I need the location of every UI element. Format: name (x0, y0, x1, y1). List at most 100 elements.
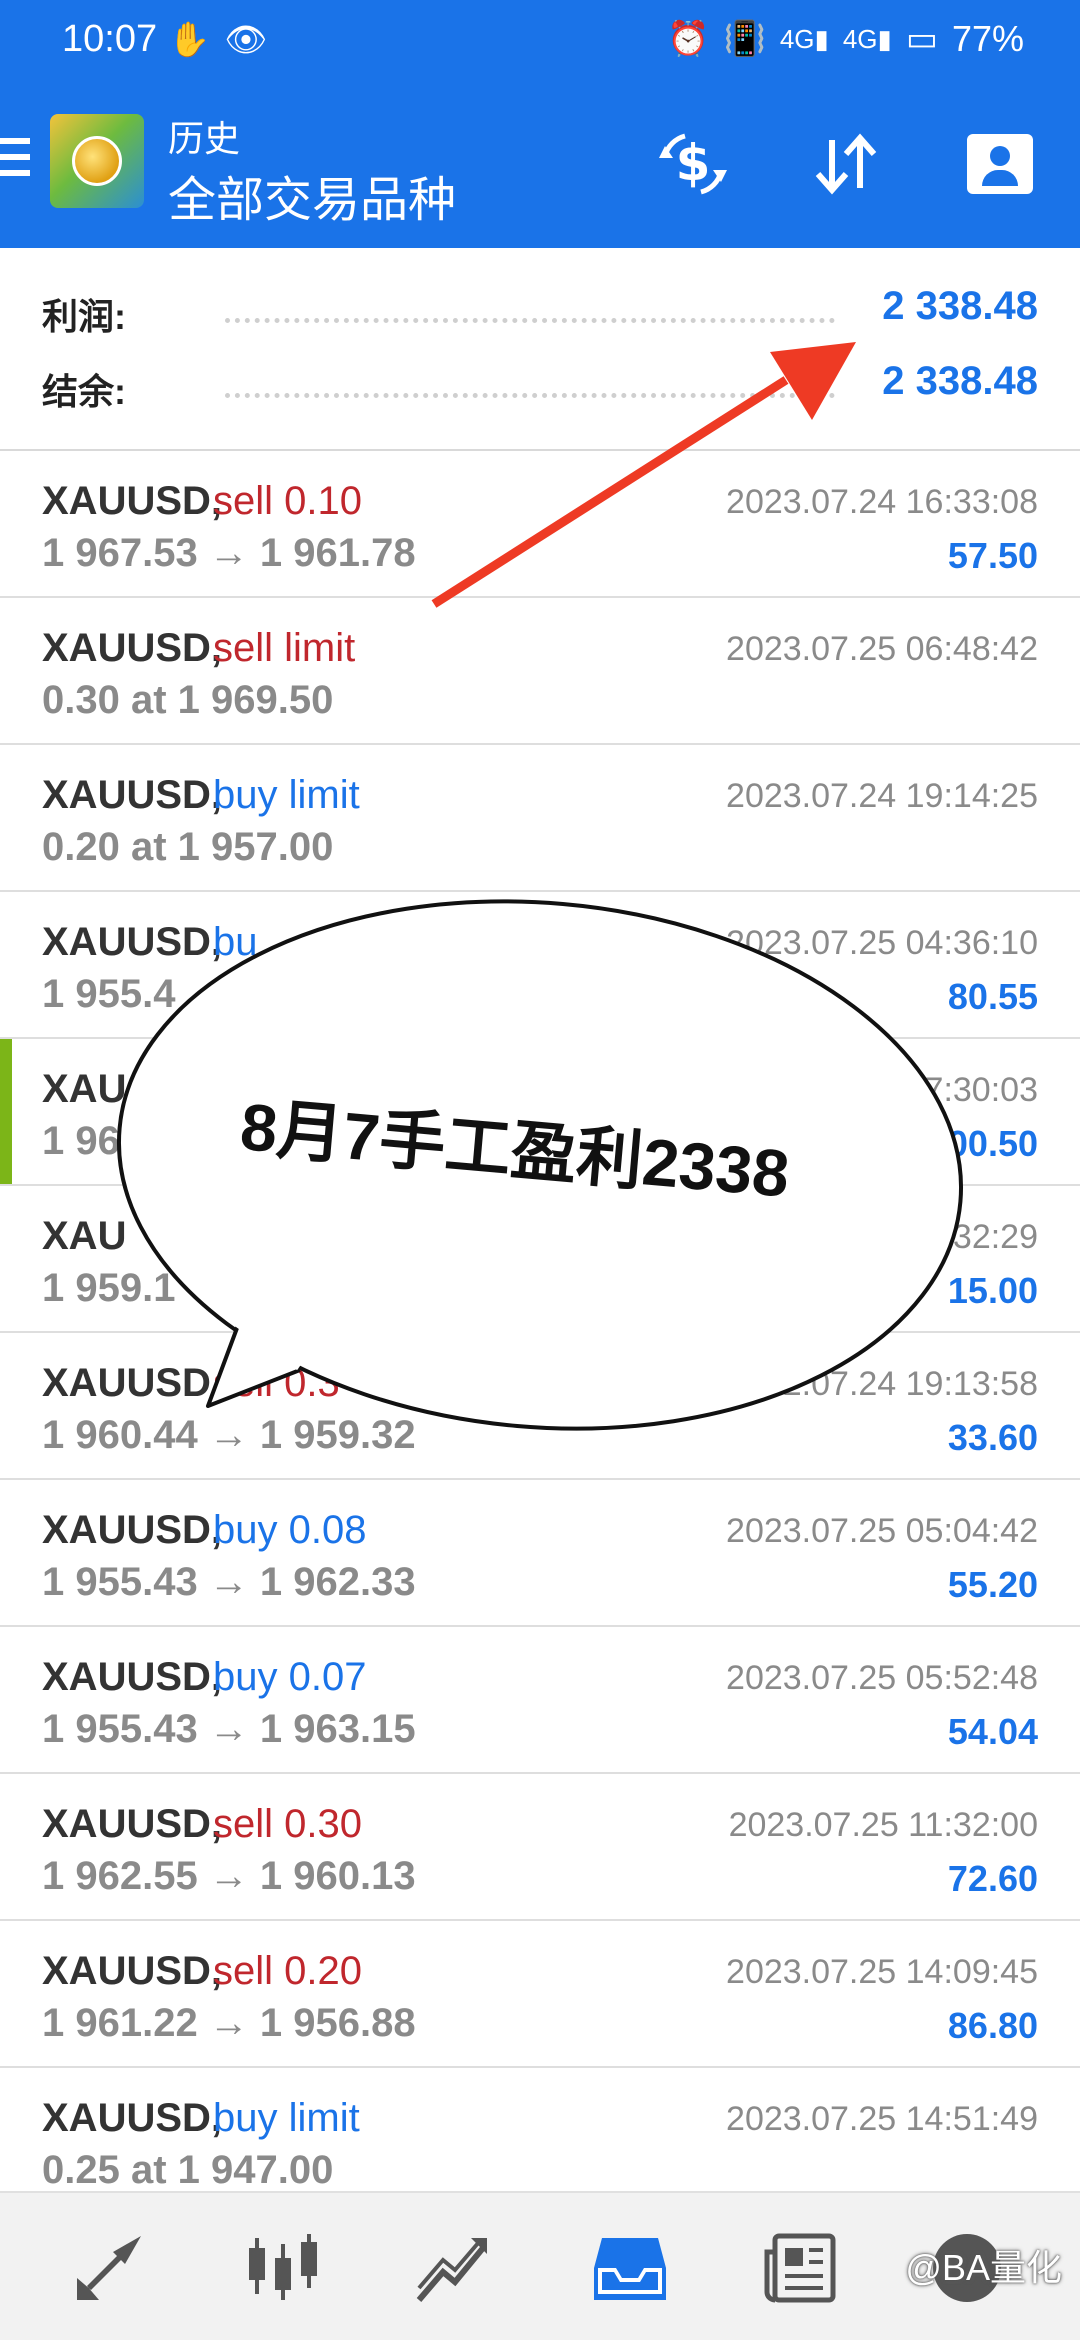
app-bar: 历史 全部交易品种 $ (0, 78, 1080, 248)
history-row[interactable]: XAUUSD, buy limit 0.20 at 1 957.00 2023.07.… (0, 745, 1080, 892)
row-symbol: XAU (42, 1214, 127, 1258)
row-price: 1 959.1 (42, 1266, 176, 1310)
row-order-type: bu (213, 920, 258, 964)
row-order-type: sell 0.20 (213, 1949, 362, 1993)
app-logo (50, 114, 144, 208)
row-symbol: XAUUSD, (42, 1655, 223, 1699)
history-row[interactable]: XAUUSD, sell 0.3 1 960.44 → 1 959.32 2.07.2… (0, 1333, 1080, 1480)
row-time: 2023.07.25 14:51:49 (726, 2100, 1038, 2138)
signal-2-icon: 4G▮ (842, 23, 892, 54)
row-profit: 55.20 (947, 1564, 1038, 1605)
battery-icon: ▭ (905, 20, 938, 58)
menu-icon[interactable] (0, 138, 30, 182)
row-profit: 80.55 (947, 976, 1038, 1017)
row-profit: 15.00 (947, 1270, 1038, 1311)
history-row[interactable]: XAUUSD, sell 0.20 1 961.22 → 1 956.88 2023.… (0, 1921, 1080, 2068)
row-symbol: XAUUSD, (42, 1949, 223, 1993)
sort-icon[interactable] (808, 126, 884, 202)
history-list[interactable]: XAUUSD, sell 0.10 1 967.53 → 1 961.78 2023.… (0, 451, 1080, 2191)
signal-1-icon: 4G▮ (779, 23, 829, 54)
row-price: 1 96 (42, 1119, 120, 1163)
balance-row: 结余: 2 338.48 (0, 353, 1080, 423)
row-symbol: XAUUSD, (42, 1361, 223, 1405)
row-price: 1 962.55 → 1 960.13 (42, 1854, 416, 1898)
row-profit: 33.60 (947, 1417, 1038, 1458)
row-time: 2023.07.25 06:48:42 (726, 630, 1038, 668)
row-profit: 86.80 (947, 2005, 1038, 2046)
row-time: 2023.07.25 05:52:48 (726, 1659, 1038, 1697)
row-time: 2023.07.25 05:04:42 (726, 1512, 1038, 1550)
profit-value: 2 338.48 (882, 284, 1038, 328)
row-time: 2023.07.25 04:36:10 (726, 924, 1038, 962)
summary-panel: 利润: 2 338.48 结余: 2 338.48 (0, 248, 1080, 451)
row-time: 2023.07.25 14:09:45 (726, 1953, 1038, 1991)
row-symbol: XAUUSD, (42, 626, 223, 670)
history-row[interactable]: XAUUSD, sell limit 0.30 at 1 969.50 2023.07… (0, 598, 1080, 745)
row-price: 0.20 at 1 957.00 (42, 825, 334, 869)
app-subtitle: 历史 (168, 118, 241, 159)
row-profit: 00.50 (947, 1123, 1038, 1164)
row-order-type: sell 0.30 (213, 1802, 362, 1846)
svg-text:$: $ (676, 134, 711, 192)
history-row[interactable]: XAUUSD, buy 0.08 1 955.43 → 1 962.33 2023.0… (0, 1480, 1080, 1627)
network-1-label: 4G (779, 23, 815, 54)
row-order-type: buy limit (213, 773, 360, 817)
hand-icon: ✋ (168, 21, 211, 59)
row-symbol: XAUUSD, (42, 2096, 223, 2140)
history-row[interactable]: XAUUSD, buy 0.07 1 955.43 → 1 963.15 2023.0… (0, 1627, 1080, 1774)
trade-nav-icon[interactable] (408, 2223, 498, 2313)
dotted-leader (225, 393, 835, 398)
row-symbol: XAUUSD, (42, 773, 223, 817)
row-time: 7:30:03 (924, 1071, 1038, 1109)
row-order-type: sell 0.3 (213, 1361, 340, 1405)
status-right: ⏰ 📳 4G▮ 4G▮ ▭ 77% (667, 18, 1024, 60)
row-time: 2023.07.24 16:33:08 (726, 483, 1038, 521)
watermark: @BA量化 (905, 2247, 1062, 2288)
app-title[interactable]: 全部交易品种 (168, 160, 456, 230)
row-symbol: XAUUSD, (42, 479, 223, 523)
status-time: 10:07 (62, 18, 158, 60)
history-row[interactable]: XAUUSD, sell 0.10 1 967.53 → 1 961.78 2023.… (0, 451, 1080, 598)
row-price: 1 960.44 → 1 959.32 (42, 1413, 416, 1457)
alarm-icon: ⏰ (667, 20, 710, 58)
network-2-label: 4G (842, 23, 878, 54)
currency-exchange-icon[interactable]: $ (655, 126, 731, 202)
status-left-icons: ✋ 👁 (168, 20, 268, 60)
row-profit: 54.04 (947, 1711, 1038, 1752)
row-time: 2023.07.25 11:32:00 (728, 1806, 1038, 1844)
row-price: 0.30 at 1 969.50 (42, 678, 334, 722)
row-symbol: XAUUSD, (42, 1508, 223, 1552)
history-row[interactable]: XAUUSD, buy limit 0.25 at 1 947.00 2023.07.… (0, 2068, 1080, 2191)
status-bar: 10:07 ✋ 👁 ⏰ 📳 4G▮ 4G▮ ▭ 77% (0, 0, 1080, 78)
row-order-type: buy 0.07 (213, 1655, 367, 1699)
history-row[interactable]: XAU 1 959.1 32:29 15.00 (0, 1186, 1080, 1333)
news-nav-icon[interactable] (756, 2223, 846, 2313)
row-price: 1 955.43 → 1 963.15 (42, 1707, 416, 1751)
row-order-type: buy 0.08 (213, 1508, 367, 1552)
row-profit: 72.60 (947, 1858, 1038, 1899)
row-time: 2.07.24 19:13:58 (782, 1365, 1038, 1403)
balance-value: 2 338.48 (882, 359, 1038, 403)
dotted-leader (225, 318, 835, 323)
history-row[interactable]: XAUUSD, bu 1 955.4 2023.07.25 04:36:10 80.55 (0, 892, 1080, 1039)
bottom-nav: @BA量化 (0, 2191, 1080, 2340)
battery-percent: 77% (951, 18, 1024, 59)
profit-label: 利润: (42, 296, 126, 337)
balance-label: 结余: (42, 371, 126, 412)
row-price: 1 955.43 → 1 962.33 (42, 1560, 416, 1604)
history-nav-icon[interactable] (585, 2223, 675, 2313)
row-profit: 57.50 (947, 535, 1038, 576)
row-order-type: buy limit (213, 2096, 360, 2140)
history-row[interactable]: XAUUSD, sell 0.30 1 962.55 → 1 960.13 2023.… (0, 1774, 1080, 1921)
vibrate-icon: 📳 (723, 20, 766, 58)
row-order-type: sell 0.10 (213, 479, 362, 523)
row-symbol: XAUUSD, (42, 1802, 223, 1846)
row-symbol: XAUUSD, (42, 920, 223, 964)
eye-icon: 👁 (224, 21, 268, 59)
quotes-nav-icon[interactable] (64, 2223, 154, 2313)
row-time: 2023.07.24 19:14:25 (726, 777, 1038, 815)
row-price: 1 955.4 (42, 972, 176, 1016)
report-icon[interactable] (962, 126, 1038, 202)
chart-nav-icon[interactable] (238, 2223, 328, 2313)
row-order-type: sell limit (213, 626, 356, 670)
